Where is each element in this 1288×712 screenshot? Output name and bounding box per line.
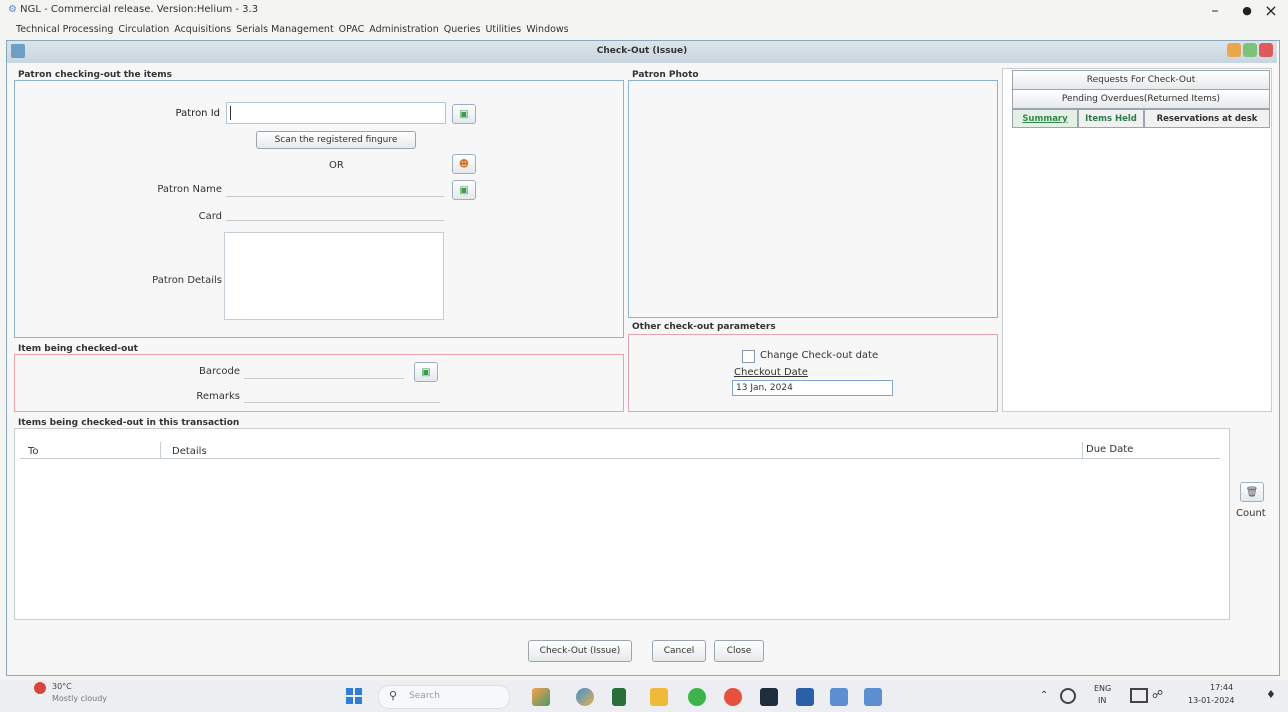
patron-id-search-button[interactable]: ▣ bbox=[452, 104, 476, 124]
tab-reservations-at-desk[interactable]: Reservations at desk bbox=[1144, 109, 1270, 128]
menu-windows[interactable]: Windows bbox=[526, 24, 568, 35]
patron-id-input[interactable] bbox=[226, 102, 446, 124]
windows-start-icon[interactable] bbox=[346, 688, 362, 704]
patron-section-header: Patron checking-out the items bbox=[18, 70, 172, 80]
whatsapp-icon[interactable] bbox=[688, 688, 706, 706]
search-icon: ⚲ bbox=[389, 689, 398, 702]
card-label: Card bbox=[198, 211, 222, 222]
barcode-input[interactable] bbox=[244, 364, 404, 379]
search-icon: ▣ bbox=[421, 366, 431, 378]
column-to[interactable]: To bbox=[28, 446, 39, 457]
checkout-button[interactable]: Check-Out (Issue) bbox=[528, 640, 632, 662]
patron-photo-area bbox=[628, 80, 998, 318]
taskbar-app-blue-icon[interactable] bbox=[796, 688, 814, 706]
clock-date[interactable]: 13-01-2024 bbox=[1188, 696, 1235, 705]
menu-queries[interactable]: Queries bbox=[444, 24, 481, 35]
column-details[interactable]: Details bbox=[172, 446, 207, 457]
or-text: OR bbox=[329, 160, 344, 171]
patron-details-area bbox=[224, 232, 444, 320]
menu-bar: Technical Processing Circulation Acquisi… bbox=[16, 24, 569, 35]
patron-details-label: Patron Details bbox=[152, 275, 222, 286]
language-eng[interactable]: ENG bbox=[1094, 684, 1111, 693]
patron-id-label: Patron Id bbox=[175, 108, 220, 119]
transaction-section-header: Items being checked-out in this transact… bbox=[18, 418, 240, 428]
dialog-close-button[interactable] bbox=[1259, 43, 1273, 57]
barcode-label: Barcode bbox=[199, 366, 240, 377]
delete-item-button[interactable]: 🗑 bbox=[1240, 482, 1264, 502]
weather-icon[interactable] bbox=[34, 682, 46, 694]
menu-utilities[interactable]: Utilities bbox=[485, 24, 521, 35]
trash-icon: 🗑 bbox=[1245, 486, 1259, 498]
app-title: ⚙ NGL - Commercial release. Version:Heli… bbox=[8, 4, 259, 15]
weather-temp: 30°C bbox=[52, 682, 72, 691]
patron-lookup-button[interactable]: ☻ bbox=[452, 154, 476, 174]
network-icon[interactable]: ☍ bbox=[1152, 688, 1163, 701]
count-label: Count bbox=[1236, 508, 1266, 519]
item-section-header: Item being checked-out bbox=[18, 344, 138, 354]
tab-summary[interactable]: Summary bbox=[1012, 109, 1078, 128]
params-panel bbox=[628, 334, 998, 412]
close-window-button[interactable]: × bbox=[1256, 0, 1286, 22]
display-icon[interactable] bbox=[1130, 688, 1148, 703]
params-section-header: Other check-out parameters bbox=[632, 322, 776, 332]
checkout-date-label: Checkout Date bbox=[734, 367, 808, 378]
app-logo-icon: ⚙ bbox=[8, 4, 17, 15]
notification-bell-icon[interactable]: ♦ bbox=[1266, 688, 1276, 701]
search-icon: ▣ bbox=[459, 108, 469, 120]
menu-opac[interactable]: OPAC bbox=[339, 24, 365, 35]
change-date-label: Change Check-out date bbox=[760, 350, 879, 361]
dialog-titlebar: Check-Out (Issue) bbox=[7, 41, 1277, 63]
minimize-button[interactable]: – bbox=[1200, 0, 1230, 22]
taskbar-app-red-icon[interactable] bbox=[724, 688, 742, 706]
taskbar-search-box[interactable]: ⚲ Search bbox=[378, 685, 510, 709]
item-panel bbox=[14, 354, 624, 412]
taskbar-app-icon[interactable] bbox=[532, 688, 550, 706]
scan-fingerprint-button[interactable]: Scan the registered fingure bbox=[256, 131, 416, 149]
file-explorer-icon[interactable] bbox=[650, 688, 668, 706]
menu-technical-processing[interactable]: Technical Processing bbox=[16, 24, 113, 35]
column-due-date[interactable]: Due Date bbox=[1086, 444, 1133, 455]
patron-name-field[interactable] bbox=[226, 182, 444, 197]
onedrive-icon[interactable] bbox=[1060, 688, 1076, 704]
menu-acquisitions[interactable]: Acquisitions bbox=[174, 24, 231, 35]
taskbar-app-l-icon[interactable] bbox=[612, 688, 626, 706]
dialog-title: Check-Out (Issue) bbox=[596, 46, 688, 56]
dialog-minimize-button[interactable] bbox=[1227, 43, 1241, 57]
barcode-search-button[interactable]: ▣ bbox=[414, 362, 438, 382]
person-icon: ☻ bbox=[458, 158, 470, 170]
pending-overdues-button[interactable]: Pending Overdues(Returned Items) bbox=[1012, 89, 1270, 109]
clock-time[interactable]: 17:44 bbox=[1210, 683, 1233, 692]
dialog-maximize-button[interactable] bbox=[1243, 43, 1257, 57]
chevron-up-icon[interactable]: ⌃ bbox=[1040, 690, 1048, 701]
tab-items-held[interactable]: Items Held bbox=[1078, 109, 1144, 128]
menu-serials-management[interactable]: Serials Management bbox=[236, 24, 333, 35]
close-button[interactable]: Close bbox=[714, 640, 764, 662]
java-app-icon[interactable] bbox=[830, 688, 848, 706]
card-field bbox=[226, 206, 444, 221]
remarks-label: Remarks bbox=[196, 391, 240, 402]
language-in[interactable]: IN bbox=[1098, 696, 1106, 705]
cancel-button[interactable]: Cancel bbox=[652, 640, 706, 662]
patron-photo-header: Patron Photo bbox=[632, 70, 699, 80]
weather-desc: Mostly cloudy bbox=[52, 694, 107, 703]
change-date-checkbox[interactable] bbox=[742, 350, 755, 363]
remarks-input[interactable] bbox=[244, 388, 440, 403]
search-icon: ▣ bbox=[459, 184, 469, 196]
terminal-icon[interactable] bbox=[760, 688, 778, 706]
checkout-date-input[interactable]: 13 Jan, 2024 bbox=[732, 380, 893, 396]
patron-name-label: Patron Name bbox=[157, 184, 222, 195]
java-app-icon-2[interactable] bbox=[864, 688, 882, 706]
copilot-icon[interactable] bbox=[576, 688, 594, 706]
requests-for-checkout-button[interactable]: Requests For Check-Out bbox=[1012, 70, 1270, 90]
menu-circulation[interactable]: Circulation bbox=[118, 24, 169, 35]
patron-name-search-button[interactable]: ▣ bbox=[452, 180, 476, 200]
menu-administration[interactable]: Administration bbox=[369, 24, 439, 35]
